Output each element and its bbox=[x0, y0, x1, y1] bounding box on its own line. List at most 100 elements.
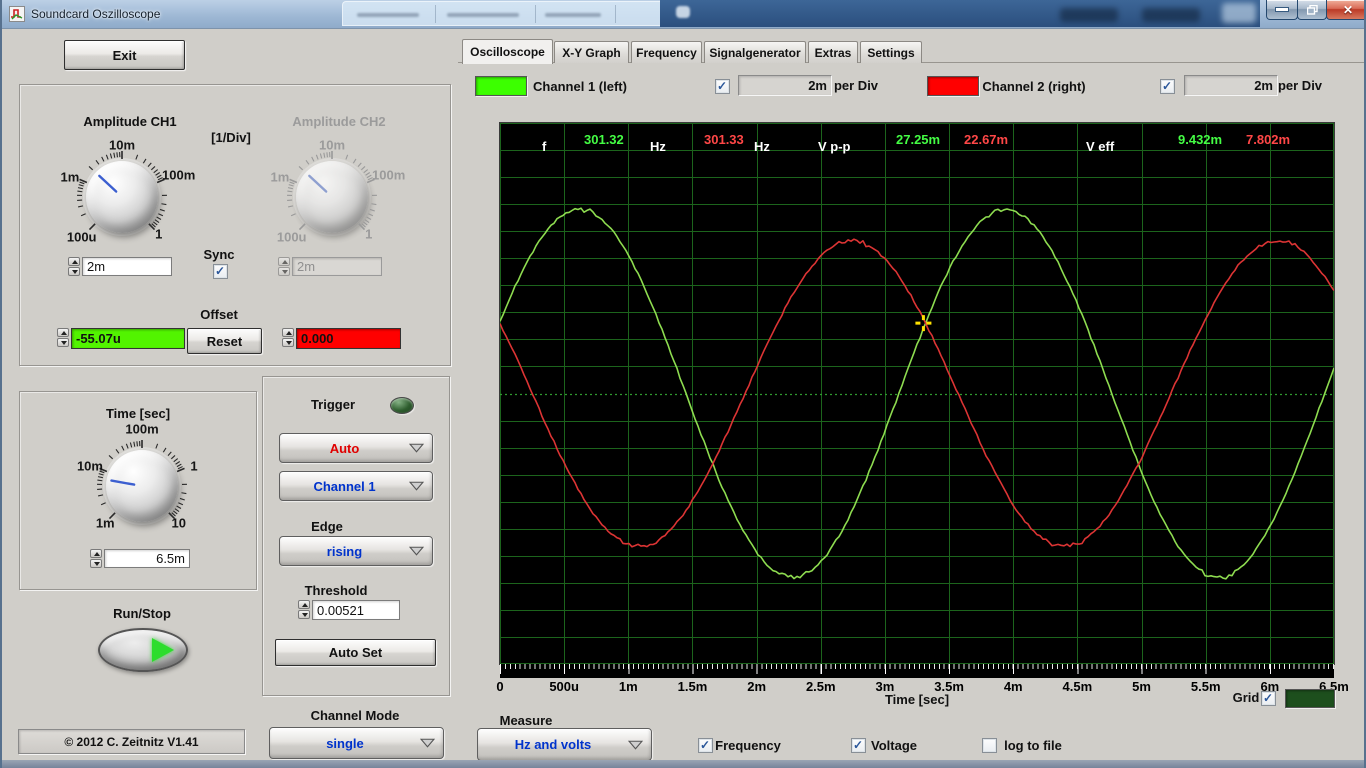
exit-button[interactable]: Exit bbox=[64, 40, 185, 70]
offset-ch2-spinner[interactable] bbox=[282, 328, 294, 348]
knob-scale-label: 10m bbox=[318, 137, 346, 153]
knob-scale-label: 100m bbox=[372, 167, 406, 183]
amplitude-ch2-value-field[interactable]: 2m bbox=[292, 257, 382, 276]
measurement-value: 301.33 bbox=[704, 132, 744, 147]
window-title: Soundcard Oszilloscope bbox=[31, 7, 161, 21]
trigger-edge-value: rising bbox=[326, 543, 363, 559]
tab-oscilloscope[interactable]: Oscilloscope bbox=[462, 39, 553, 64]
knob-scale-label: 1 bbox=[190, 458, 198, 474]
sync-checkbox[interactable] bbox=[213, 264, 228, 279]
x-axis-tick-label: 1m bbox=[618, 679, 638, 694]
measurement-value: f bbox=[542, 139, 547, 154]
offset-ch1-spinner[interactable] bbox=[57, 328, 69, 348]
channel-mode-value: single bbox=[326, 735, 364, 751]
log-to-file-checkbox[interactable] bbox=[982, 738, 997, 753]
knob-scale-label: 1 bbox=[155, 226, 163, 242]
background-browser-window bbox=[660, 0, 1260, 27]
knob-scale-label: 1 bbox=[365, 226, 373, 242]
chevron-down-icon bbox=[409, 546, 424, 556]
measurement-value: V eff bbox=[1086, 139, 1115, 154]
amplitude-ch1-value-field[interactable]: 2m bbox=[82, 257, 172, 276]
x-axis-tick-label: 2m bbox=[747, 679, 767, 694]
oscilloscope-plot[interactable]: f 301.32 Hz 301.33 Hz V p-p 27.25m 22.67m V eff 9… bbox=[499, 122, 1335, 665]
measure-mode-dropdown[interactable]: Hz and volts bbox=[477, 728, 652, 761]
measurement-value: Hz bbox=[754, 139, 770, 154]
auto-set-button[interactable]: Auto Set bbox=[275, 639, 436, 666]
time-knob[interactable]: 1m 10m 100m 1 10 bbox=[77, 421, 202, 548]
trigger-mode-dropdown[interactable]: Auto bbox=[279, 433, 433, 463]
restore-button[interactable] bbox=[1297, 0, 1327, 20]
trigger-source-value: Channel 1 bbox=[313, 478, 376, 494]
x-axis-tick-label: 4m bbox=[1003, 679, 1023, 694]
knob-scale-label: 10m bbox=[108, 137, 136, 153]
channel2-color-swatch[interactable] bbox=[927, 76, 979, 96]
measurement-value: 27.25m bbox=[896, 132, 941, 147]
channel2-per-div-field[interactable]: 2m bbox=[1184, 75, 1278, 96]
waveform-canvas bbox=[499, 123, 1335, 664]
minimize-icon bbox=[1275, 7, 1289, 12]
grid-color-swatch[interactable] bbox=[1285, 689, 1335, 708]
trigger-title: Trigger bbox=[310, 397, 356, 412]
tab-frequency[interactable]: Frequency bbox=[631, 41, 702, 63]
restore-icon bbox=[1306, 4, 1318, 15]
knob-scale-label: 100u bbox=[276, 229, 307, 245]
channel-mode-dropdown[interactable]: single bbox=[269, 727, 444, 759]
amplitude-ch2-spinner[interactable] bbox=[278, 257, 290, 277]
amplitude-ch2-knob[interactable]: 100u 1m 10m 100m 1 bbox=[271, 135, 406, 259]
offset-ch1-field[interactable]: -55.07u bbox=[71, 328, 185, 349]
trigger-edge-dropdown[interactable]: rising bbox=[279, 536, 433, 566]
x-axis-tick-label: 5m bbox=[1132, 679, 1151, 694]
app-icon bbox=[9, 6, 25, 22]
x-axis-tick-label: 4.5m bbox=[1062, 679, 1093, 694]
amplitude-ch1-spinner[interactable] bbox=[68, 257, 80, 277]
channel-mode-label: Channel Mode bbox=[310, 708, 400, 723]
amplitude-ch2-label: Amplitude CH2 bbox=[292, 114, 386, 129]
run-stop-label: Run/Stop bbox=[113, 606, 171, 621]
grid-checkbox[interactable] bbox=[1261, 691, 1276, 706]
knob-scale-label: 1m bbox=[95, 515, 115, 531]
voltage-checkbox[interactable] bbox=[851, 738, 866, 753]
measurement-value: V p-p bbox=[818, 139, 851, 154]
trigger-led bbox=[390, 397, 414, 414]
threshold-field[interactable]: 0.00521 bbox=[312, 600, 400, 620]
amplitude-ch1-knob[interactable]: 100u 1m 10m 100m 1 bbox=[61, 135, 196, 259]
tab-settings[interactable]: Settings bbox=[860, 41, 922, 63]
channel2-label: Channel 2 (right) bbox=[982, 79, 1086, 94]
measurement-value: 301.32 bbox=[584, 132, 624, 147]
frequency-checkbox[interactable] bbox=[698, 738, 713, 753]
play-icon bbox=[152, 638, 174, 662]
time-value-field[interactable]: 6.5m bbox=[104, 549, 190, 568]
minimize-button[interactable] bbox=[1266, 0, 1298, 20]
title-bar: Soundcard Oszilloscope ✕ bbox=[2, 0, 1364, 29]
tab-extras[interactable]: Extras bbox=[808, 41, 858, 63]
measure-label: Measure bbox=[499, 713, 553, 728]
frequency-label: Frequency bbox=[715, 738, 781, 753]
app-window: Soundcard Oszilloscope ✕ Exit Amplitude … bbox=[0, 0, 1366, 768]
channel1-color-swatch[interactable] bbox=[475, 76, 527, 96]
knob-scale-label: 10m bbox=[76, 458, 103, 474]
threshold-spinner[interactable] bbox=[298, 600, 310, 620]
trigger-mode-value: Auto bbox=[329, 440, 360, 456]
x-axis-tick-label: 0 bbox=[496, 679, 504, 694]
knob-scale-label: 100m bbox=[125, 421, 159, 437]
trigger-source-dropdown[interactable]: Channel 1 bbox=[279, 471, 433, 501]
channel1-per-div-field[interactable]: 2m bbox=[738, 75, 832, 96]
channel2-enable-checkbox[interactable] bbox=[1160, 79, 1175, 94]
x-axis-tick-label: 5.5m bbox=[1190, 679, 1221, 694]
offset-reset-button[interactable]: Reset bbox=[187, 328, 262, 354]
measurement-row: f 301.32 Hz 301.33 Hz V p-p 27.25m 22.67m V eff 9… bbox=[500, 132, 1334, 160]
close-button[interactable]: ✕ bbox=[1326, 0, 1364, 20]
copyright-bar: © 2012 C. Zeitnitz V1.41 bbox=[18, 729, 245, 754]
tab-signalgenerator[interactable]: Signalgenerator bbox=[704, 41, 806, 63]
edge-label: Edge bbox=[311, 519, 343, 534]
knob-scale-label: 100u bbox=[66, 229, 97, 245]
tab-x-y-graph[interactable]: X-Y Graph bbox=[554, 41, 629, 63]
measure-mode-value: Hz and volts bbox=[514, 737, 592, 752]
channel1-enable-checkbox[interactable] bbox=[715, 79, 730, 94]
measurement-value: 7.802m bbox=[1246, 132, 1291, 147]
time-spinner[interactable] bbox=[90, 549, 102, 569]
channel1-per-div-label: per Div bbox=[833, 78, 879, 93]
run-stop-button[interactable] bbox=[98, 628, 188, 672]
offset-ch2-field[interactable]: 0.000 bbox=[296, 328, 401, 349]
measurement-value: 22.67m bbox=[964, 132, 1009, 147]
